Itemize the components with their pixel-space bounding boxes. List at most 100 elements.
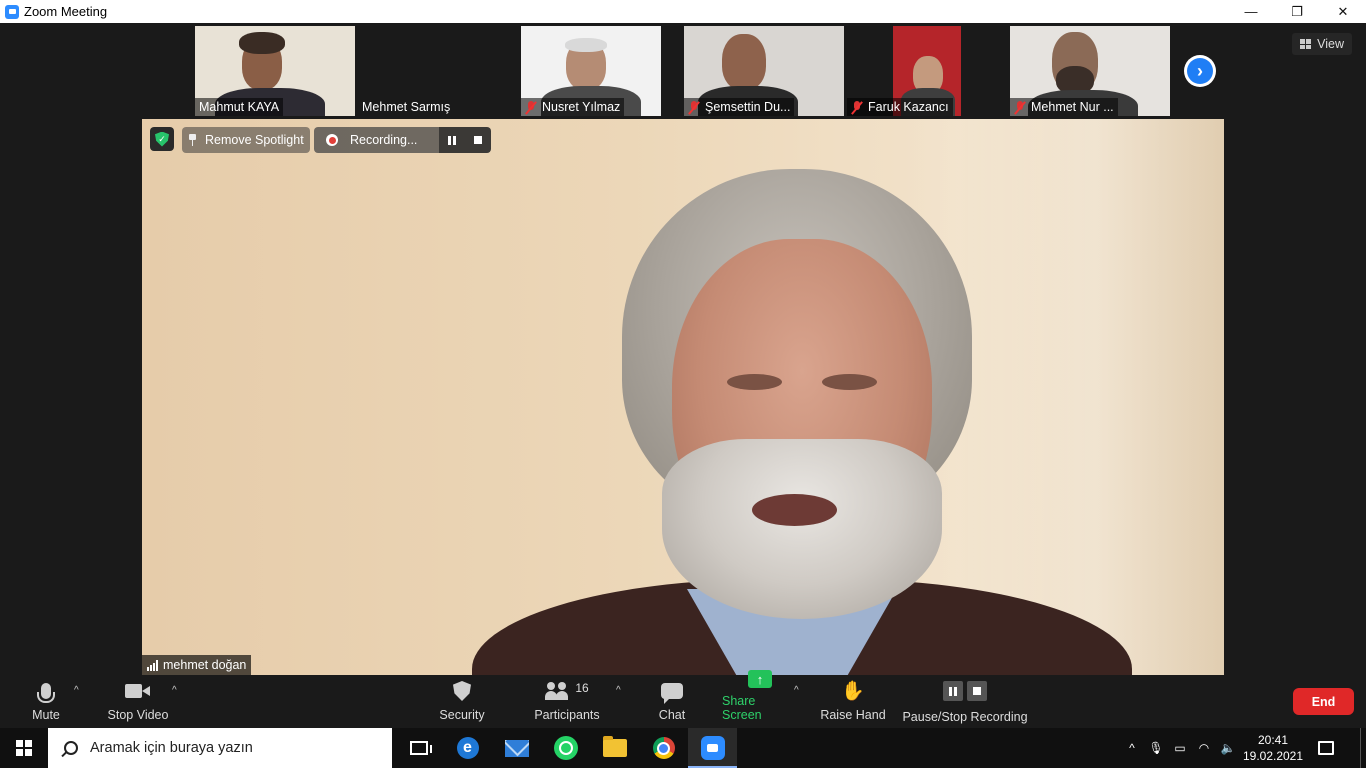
mail-taskbar-button[interactable] bbox=[492, 728, 541, 768]
chrome-taskbar-button[interactable] bbox=[639, 728, 688, 768]
view-button[interactable]: View bbox=[1292, 33, 1352, 55]
recording-indicator: Recording... bbox=[314, 127, 492, 153]
participants-count: 16 bbox=[575, 681, 589, 695]
volume-icon[interactable]: 🔈 bbox=[1216, 728, 1240, 768]
clock-date: 19.02.2021 bbox=[1242, 749, 1304, 763]
security-label: Security bbox=[439, 708, 485, 722]
battery-icon[interactable]: ▭ bbox=[1168, 728, 1192, 768]
microphone-tray-icon[interactable]: 🎙 bbox=[1144, 728, 1168, 768]
participants-button[interactable]: 16 Participants bbox=[532, 675, 602, 728]
participant-name: Mehmet Sarmış bbox=[362, 100, 451, 114]
mic-muted-icon bbox=[1014, 100, 1026, 114]
stop-video-label: Stop Video bbox=[107, 708, 169, 722]
speaker-mouth bbox=[752, 494, 837, 526]
zoom-icon bbox=[700, 736, 725, 760]
participants-options-caret[interactable]: ^ bbox=[616, 685, 621, 696]
file-explorer-taskbar-button[interactable] bbox=[590, 728, 639, 768]
audio-options-caret[interactable]: ^ bbox=[74, 685, 79, 696]
task-view-icon bbox=[409, 741, 432, 755]
folder-icon bbox=[602, 736, 627, 757]
pin-icon bbox=[188, 134, 197, 146]
show-hidden-icons-chevron-icon[interactable]: ^ bbox=[1120, 728, 1144, 768]
security-shield-icon bbox=[453, 681, 471, 701]
remove-spotlight-button[interactable]: Remove Spotlight bbox=[182, 127, 310, 153]
mic-muted-icon bbox=[851, 100, 863, 114]
mute-button[interactable]: Mute bbox=[26, 675, 66, 728]
participants-label: Participants bbox=[534, 708, 600, 722]
security-button[interactable]: Security bbox=[436, 675, 488, 728]
chat-button[interactable]: Chat bbox=[652, 675, 692, 728]
speaker-eye bbox=[727, 374, 782, 390]
participant-name: Şemsettin Du... bbox=[684, 98, 795, 116]
participant-name: Nusret Yılmaz bbox=[521, 98, 625, 116]
stop-recording-button[interactable] bbox=[465, 127, 492, 153]
participant-thumbnail[interactable]: Nusret Yılmaz bbox=[521, 26, 661, 116]
participant-thumbnail[interactable]: Mahmut KAYA bbox=[195, 26, 355, 116]
grid-view-icon bbox=[1300, 39, 1312, 49]
task-view-button[interactable] bbox=[394, 728, 443, 768]
participants-icon bbox=[545, 682, 569, 700]
chrome-icon bbox=[652, 737, 675, 759]
camera-icon bbox=[125, 683, 151, 699]
edge-icon: e bbox=[456, 737, 479, 759]
pause-recording-button[interactable] bbox=[439, 127, 466, 153]
stop-video-button[interactable]: Stop Video bbox=[104, 675, 172, 728]
search-icon bbox=[64, 741, 78, 755]
edge-taskbar-button[interactable]: e bbox=[443, 728, 492, 768]
participant-thumbnail[interactable]: Şemsettin Du... bbox=[684, 26, 844, 116]
mute-label: Mute bbox=[32, 708, 60, 722]
speaker-beard bbox=[662, 439, 942, 619]
chat-label: Chat bbox=[658, 708, 686, 722]
share-screen-icon: ↑ bbox=[748, 670, 772, 688]
next-page-button[interactable]: › bbox=[1184, 55, 1216, 87]
mail-icon bbox=[504, 739, 529, 757]
chevron-right-icon: › bbox=[1187, 58, 1213, 84]
encryption-shield-icon[interactable]: ✓ bbox=[150, 127, 174, 151]
meeting-toolbar: Mute ^ Stop Video ^ Security 16 Particip… bbox=[0, 670, 1366, 728]
video-options-caret[interactable]: ^ bbox=[172, 685, 177, 696]
notification-icon bbox=[1318, 741, 1334, 755]
signal-strength-icon bbox=[147, 659, 158, 671]
raise-hand-button[interactable]: ✋ Raise Hand bbox=[820, 675, 886, 728]
share-screen-button[interactable]: ↑ Share Screen bbox=[722, 670, 798, 728]
speaker-name: mehmet doğan bbox=[163, 658, 247, 672]
pause-recording-icon bbox=[943, 681, 963, 701]
mic-muted-icon bbox=[688, 100, 700, 114]
raise-hand-icon: ✋ bbox=[841, 680, 865, 702]
stop-icon bbox=[474, 136, 483, 144]
active-speaker-video[interactable]: ✓ Remove Spotlight Recording... mehmet d… bbox=[142, 119, 1224, 675]
participant-thumbnail[interactable]: Mehmet Sarmış bbox=[358, 26, 518, 116]
show-desktop-button[interactable] bbox=[1360, 728, 1366, 768]
search-placeholder: Aramak için buraya yazın bbox=[90, 740, 253, 756]
restore-button[interactable]: ❐ bbox=[1274, 0, 1320, 23]
participant-thumbnail[interactable]: Faruk Kazancı bbox=[847, 26, 961, 116]
start-button[interactable] bbox=[0, 728, 48, 768]
clock[interactable]: 20:41 19.02.2021 bbox=[1240, 732, 1306, 764]
minimize-button[interactable]: — bbox=[1228, 0, 1274, 23]
microphone-icon bbox=[37, 683, 55, 703]
raise-hand-label: Raise Hand bbox=[820, 708, 886, 722]
share-options-caret[interactable]: ^ bbox=[794, 685, 799, 696]
zoom-taskbar-button[interactable] bbox=[688, 728, 737, 768]
recording-dot-icon bbox=[326, 134, 338, 146]
pause-stop-recording-button[interactable]: Pause/Stop Recording bbox=[902, 675, 1028, 728]
speaker-eye bbox=[822, 374, 877, 390]
close-button[interactable]: ✕ bbox=[1320, 0, 1366, 23]
participant-thumbnail[interactable]: Mehmet Nur ... bbox=[1010, 26, 1170, 116]
system-tray: ^ 🎙 ▭ ◠ 🔈 20:41 19.02.2021 bbox=[1120, 728, 1366, 768]
remove-spotlight-label: Remove Spotlight bbox=[205, 133, 304, 147]
view-button-label: View bbox=[1317, 37, 1344, 51]
participant-name: Mahmut KAYA bbox=[195, 98, 284, 116]
pause-icon bbox=[448, 135, 457, 145]
whatsapp-taskbar-button[interactable] bbox=[541, 728, 590, 768]
mic-muted-icon bbox=[525, 100, 537, 114]
meeting-area: Mahmut KAYA Mehmet Sarmış Nusret Yılmaz … bbox=[0, 23, 1366, 678]
end-meeting-button[interactable]: End bbox=[1293, 688, 1354, 715]
whatsapp-icon bbox=[553, 736, 578, 760]
participant-name: Faruk Kazancı bbox=[847, 98, 953, 116]
recording-label: Recording... bbox=[350, 133, 418, 147]
windows-logo-icon bbox=[16, 740, 32, 756]
taskbar-search-box[interactable]: Aramak için buraya yazın bbox=[48, 728, 392, 768]
notifications-button[interactable] bbox=[1306, 728, 1346, 768]
wifi-icon[interactable]: ◠ bbox=[1192, 728, 1216, 768]
